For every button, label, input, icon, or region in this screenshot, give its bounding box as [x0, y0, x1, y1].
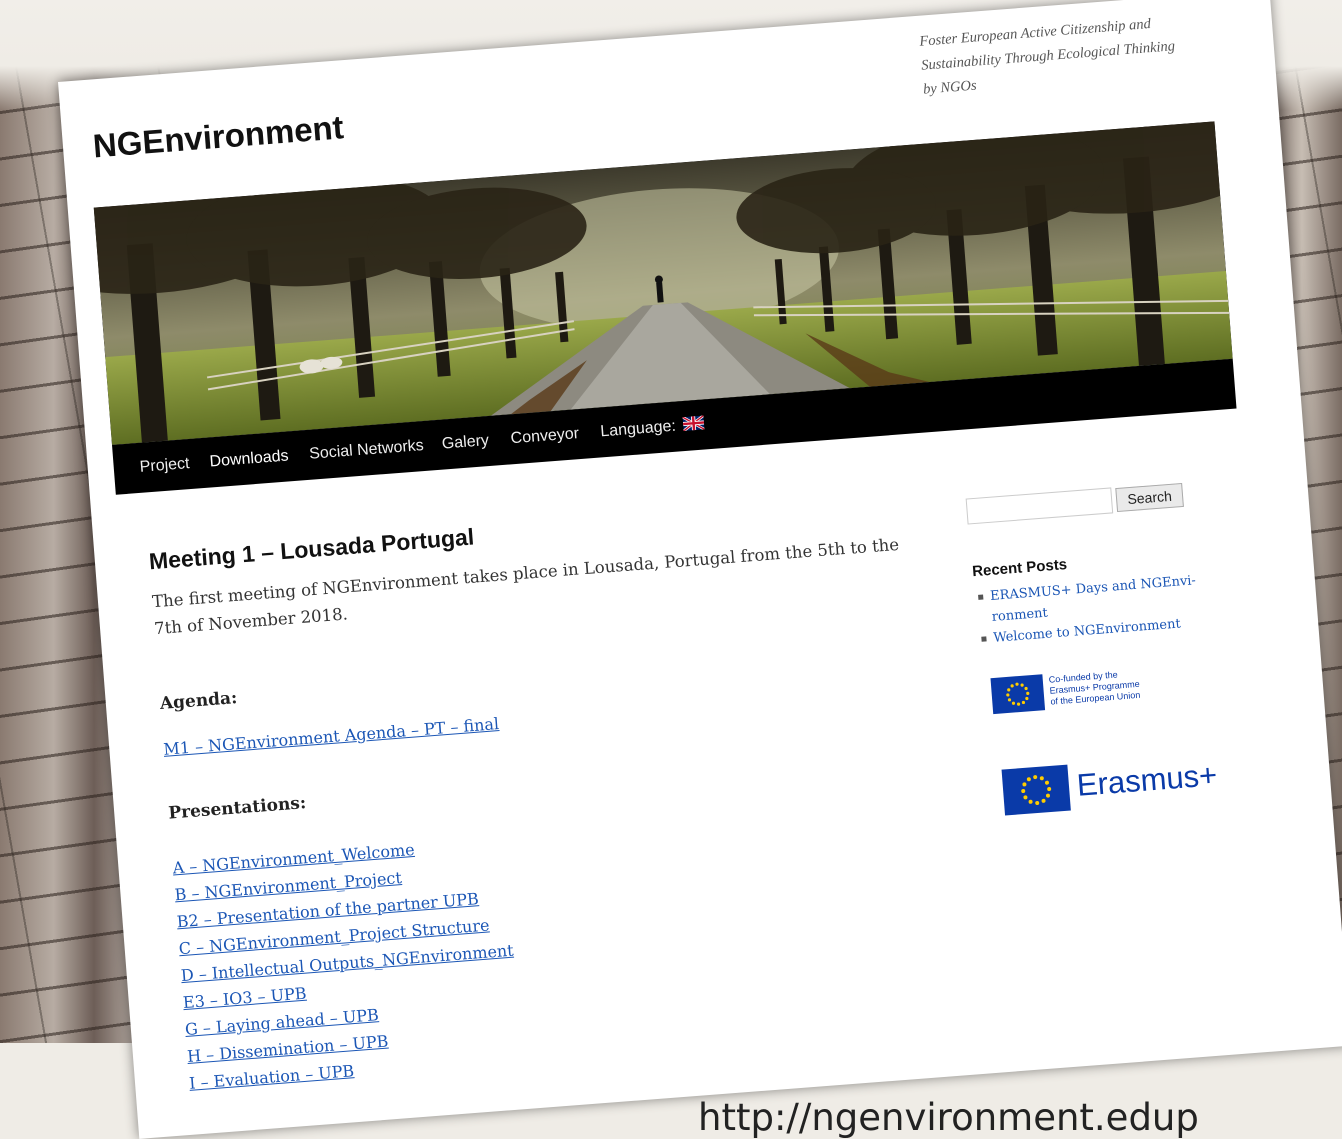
recent-posts-title: Recent Posts	[971, 556, 1068, 581]
erasmus-plus-logo[interactable]: Erasmus+	[1001, 752, 1235, 819]
eu-stars-icon	[1006, 682, 1030, 706]
uk-flag-icon	[682, 415, 705, 432]
eu-stars-icon	[1021, 775, 1052, 806]
nav-item-downloads[interactable]: Downloads	[209, 447, 289, 471]
language-label: Language:	[599, 417, 677, 441]
site-tagline: Foster European Active Citizenship and S…	[918, 16, 1176, 98]
presentation-link[interactable]: I – Evaluation – UPB	[188, 1061, 354, 1093]
cofunded-text: Co-funded by the Erasmus+ Programme of t…	[1048, 668, 1141, 708]
eu-cofunded-logo: Co-funded by the Erasmus+ Programme of t…	[990, 664, 1172, 716]
nav-item-conveyor[interactable]: Conveyor	[510, 425, 580, 448]
nav-item-language[interactable]: Language:	[600, 415, 705, 441]
eu-flag-icon	[1001, 764, 1071, 816]
nav-item-project[interactable]: Project	[139, 455, 190, 477]
recent-posts-list: ERASMUS+ Days and NGEnvi-ronment Welcome…	[973, 570, 1207, 650]
search-button[interactable]: Search	[1115, 482, 1184, 513]
agenda-heading: Agenda:	[159, 688, 238, 714]
webpage-screenshot: NGEnvironment Foster European Active Cit…	[58, 0, 1342, 1139]
nav-item-galery[interactable]: Galery	[441, 432, 489, 454]
search-input[interactable]	[965, 487, 1114, 525]
eu-flag-icon	[990, 674, 1046, 715]
site-title[interactable]: NGEnvironment	[92, 108, 345, 165]
presentation-link[interactable]: H – Dissemination – UPB	[186, 1032, 389, 1066]
nav-item-social-networks[interactable]: Social Networks	[309, 437, 425, 464]
presentation-link[interactable]: E3 – IO3 – UPB	[182, 984, 307, 1012]
erasmus-label: Erasmus+	[1075, 757, 1219, 803]
presentations-heading: Presentations:	[167, 793, 307, 824]
agenda-link[interactable]: M1 – NGEnvironment Agenda – PT – final	[163, 714, 500, 759]
